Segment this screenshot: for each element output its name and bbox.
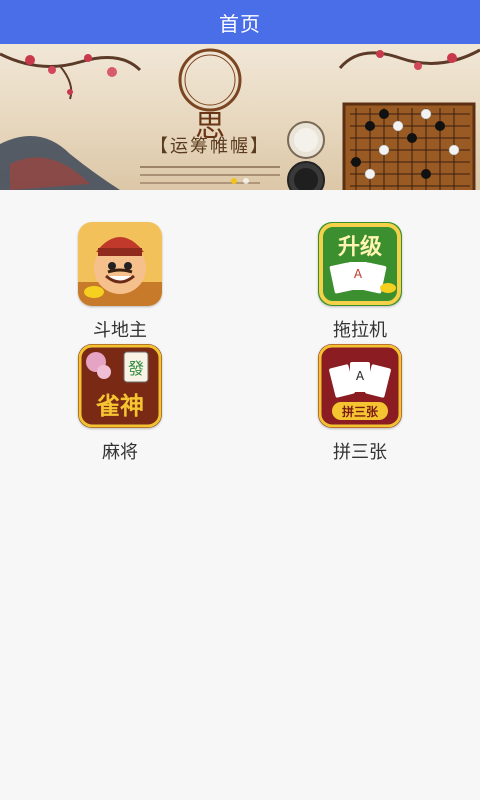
tuolaji-icon: 升级 A [318,222,402,306]
game-label: 麻将 [102,442,138,463]
banner-carousel[interactable]: 思 【运筹帷幄】 [0,44,480,190]
doudizhu-icon [78,222,162,306]
banner-slogan: 【运筹帷幄】 [150,136,270,157]
page-title: 首页 [219,11,261,36]
game-tile-doudizhu[interactable]: 斗地主 [60,222,180,342]
svg-text:A: A [356,369,365,383]
svg-text:A: A [354,267,363,281]
game-tile-mahjong[interactable]: 發 雀神 麻将 [60,344,180,464]
carousel-dot [243,178,249,184]
banner-artwork [0,48,480,190]
pinsanzhang-icon-text: 拼三张 [342,404,379,419]
game-label: 拖拉机 [333,320,387,341]
app-bar: 首页 [0,0,480,44]
carousel-indicator [0,178,480,184]
game-grid: 斗地主 升级 A 拖拉机 發 雀神 麻将 A 拼三张 拼三张 [0,190,480,490]
svg-text:發: 發 [128,359,144,378]
game-label: 斗地主 [93,320,147,341]
mahjong-icon-text: 雀神 [96,392,144,420]
pinsanzhang-icon: A 拼三张 [318,344,402,428]
tuolaji-icon-text: 升级 [338,234,382,260]
game-tile-pinsanzhang[interactable]: A 拼三张 拼三张 [300,344,420,464]
mahjong-icon: 發 雀神 [78,344,162,428]
game-label: 拼三张 [333,442,387,463]
carousel-dot-active [231,178,237,184]
game-tile-tuolaji[interactable]: 升级 A 拖拉机 [300,222,420,342]
